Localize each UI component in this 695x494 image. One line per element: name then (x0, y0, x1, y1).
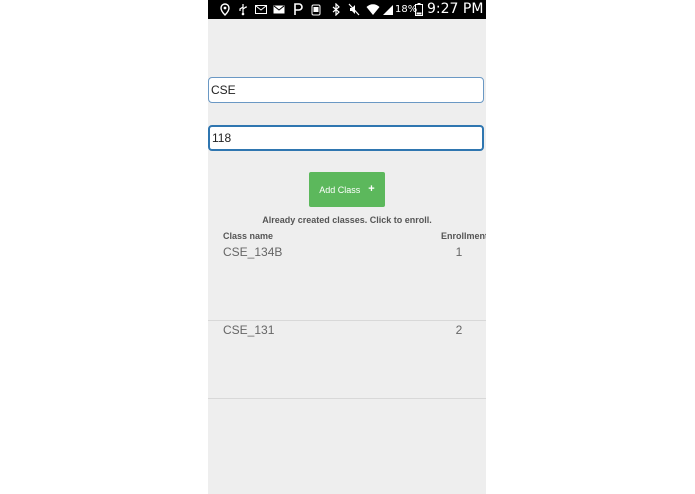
status-time: 9:27 PM (427, 1, 484, 17)
class-name: CSE_131 (223, 323, 275, 337)
course-number-input[interactable] (208, 125, 484, 151)
gmail-icon (273, 3, 285, 16)
bluetooth-icon (330, 3, 342, 16)
gmail-icon (255, 3, 267, 16)
add-class-button[interactable]: Add Class + (309, 172, 385, 207)
classes-hint: Already created classes. Click to enroll… (262, 215, 432, 225)
location-icon (219, 3, 231, 16)
battery-percent: 18% (395, 4, 418, 15)
class-enrollment: 1 (455, 245, 463, 259)
mute-icon (348, 3, 360, 16)
department-input[interactable] (208, 77, 484, 103)
status-bar: 18% 9:27 PM (208, 0, 486, 19)
usb-icon (237, 3, 249, 16)
plus-icon: + (368, 183, 375, 195)
battery-icon (415, 3, 427, 16)
column-header-enrollment: Enrollment (441, 231, 486, 241)
class-row[interactable]: CSE_134B 1 (208, 243, 486, 321)
phone-screen: 18% 9:27 PM Add Class + Already created … (208, 0, 486, 494)
class-enrollment: 2 (455, 323, 463, 337)
column-header-class-name: Class name (223, 231, 274, 241)
class-name: CSE_134B (223, 245, 283, 259)
wifi-icon (366, 3, 380, 16)
phone-icon (310, 3, 322, 16)
signal-icon (382, 3, 394, 16)
class-row[interactable]: CSE_131 2 (208, 321, 486, 399)
pandora-icon (292, 3, 304, 16)
add-class-label: Add Class (319, 184, 361, 195)
